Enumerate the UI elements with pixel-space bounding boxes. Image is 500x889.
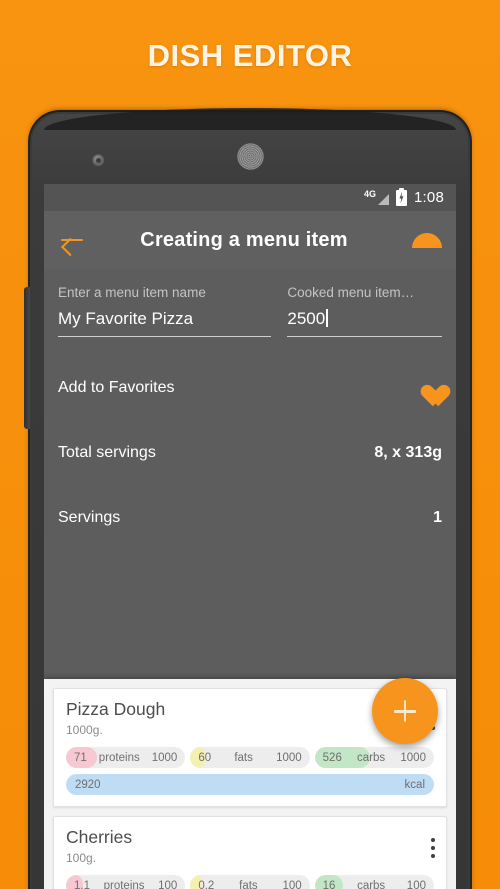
kcal-bar: 2920 kcal: [66, 774, 434, 795]
signal-indicator: 4G: [364, 190, 389, 205]
kcal-value: 2920: [75, 778, 101, 791]
menu-item-name-field[interactable]: Enter a menu item name My Favorite Pizza: [58, 285, 272, 337]
page-root: DISH EDITOR 4G 1:08 Creating a menu item…: [0, 0, 500, 889]
macro-label: fats: [239, 879, 258, 889]
kebab-menu-icon[interactable]: [431, 838, 435, 862]
banner: DISH EDITOR: [0, 0, 500, 112]
status-bar: 4G 1:08: [44, 184, 456, 211]
macro-carbs: 526 carbs 1000: [314, 747, 434, 768]
row-add-to-favorites[interactable]: Add to Favorites: [44, 355, 456, 420]
input-row: Enter a menu item name My Favorite Pizza…: [58, 285, 442, 337]
macro-proteins: 1.1 proteins 100: [66, 875, 186, 889]
macro-label: carbs: [357, 879, 386, 889]
form-area: Enter a menu item name My Favorite Pizza…: [44, 269, 456, 337]
macro-proteins: 71 proteins 1000: [66, 747, 186, 768]
kcal-label: kcal: [404, 778, 425, 791]
macro-current: 0.2: [198, 879, 215, 889]
macro-max: 100: [158, 879, 178, 889]
macro-max: 100: [282, 879, 302, 889]
earpiece-speaker-icon: [237, 143, 264, 170]
macro-label: proteins: [98, 751, 140, 764]
charging-bolt-icon: [399, 191, 404, 204]
status-clock: 1:08: [414, 189, 444, 206]
phone-mockup: 4G 1:08 Creating a menu item Enter a men…: [24, 108, 470, 889]
volume-button[interactable]: [24, 287, 30, 429]
macro-row: 71 proteins 1000 60 fats 1000 526 carbs …: [66, 747, 434, 768]
phone-bezel-top: [44, 108, 456, 130]
menu-item-name-input[interactable]: My Favorite Pizza: [58, 309, 272, 337]
macro-label: carbs: [357, 751, 386, 764]
macro-label: fats: [234, 751, 253, 764]
page-title: DISH EDITOR: [147, 38, 353, 73]
macro-label: proteins: [103, 879, 145, 889]
macro-carbs: 16 carbs 100: [314, 875, 434, 889]
front-camera-icon: [92, 154, 105, 167]
macro-fats: 60 fats 1000: [190, 747, 310, 768]
text-caret: [326, 309, 328, 327]
macro-max: 1000: [151, 751, 178, 764]
row-total-servings[interactable]: Total servings 8, x 313g: [44, 420, 456, 485]
total-servings-label: Total servings: [58, 443, 156, 461]
macro-max: 100: [406, 879, 426, 889]
macro-fats: 0.2 fats 100: [190, 875, 310, 889]
cooked-weight-label: Cooked menu item…: [287, 285, 415, 300]
macro-current: 60: [198, 751, 212, 764]
battery-charging-icon: [396, 187, 407, 206]
macro-row: 1.1 proteins 100 0.2 fats 100 16 carbs 1…: [66, 875, 434, 889]
servings-label: Servings: [58, 508, 121, 526]
list-item[interactable]: Cherries 100g. 1.1 proteins 100 0.2 fats…: [53, 816, 447, 889]
cooked-weight-field[interactable]: Cooked menu item… 2500: [287, 285, 442, 337]
macro-current: 71: [74, 751, 87, 764]
app-bar-title: Creating a menu item: [140, 228, 348, 251]
dome-icon[interactable]: [412, 232, 442, 248]
servings-value: 1: [433, 508, 442, 526]
signal-triangle-icon: [378, 194, 389, 205]
phone-screen: 4G 1:08 Creating a menu item Enter a men…: [44, 184, 456, 889]
back-arrow-icon[interactable]: [58, 226, 86, 254]
macro-max: 1000: [276, 751, 302, 764]
row-servings[interactable]: Servings 1: [44, 485, 456, 550]
macro-current: 1.1: [74, 879, 90, 889]
app-bar: Creating a menu item: [44, 211, 456, 269]
heart-icon[interactable]: [416, 376, 442, 399]
cooked-weight-input[interactable]: 2500: [287, 309, 442, 337]
macro-max: 1000: [400, 751, 426, 764]
kcal-fill: [66, 774, 434, 795]
add-to-favorites-label: Add to Favorites: [58, 378, 175, 396]
cooked-weight-value: 2500: [287, 309, 326, 328]
add-ingredient-fab[interactable]: [372, 678, 438, 744]
network-type-label: 4G: [363, 189, 376, 199]
macro-current: 526: [322, 751, 342, 764]
macro-current: 16: [322, 879, 336, 889]
menu-item-name-label: Enter a menu item name: [58, 285, 206, 300]
total-servings-value: 8, x 313g: [374, 443, 442, 461]
ingredient-weight: 100g.: [66, 851, 97, 865]
ingredient-name: Cherries: [66, 827, 133, 847]
